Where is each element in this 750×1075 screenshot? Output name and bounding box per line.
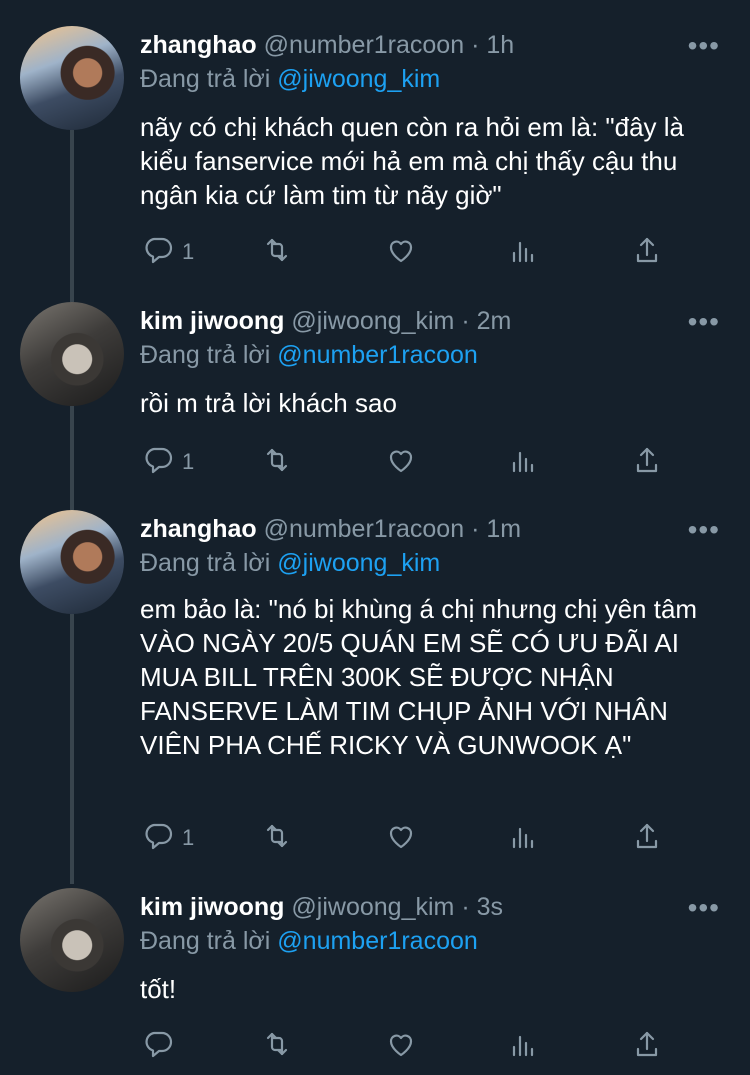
avatar[interactable] bbox=[20, 510, 124, 614]
like-button[interactable] bbox=[384, 818, 418, 858]
retweet-button[interactable] bbox=[260, 442, 294, 482]
analytics-button[interactable] bbox=[506, 1026, 540, 1066]
share-button[interactable] bbox=[630, 1026, 664, 1066]
tweet[interactable]: zhanghao @number1racoon · 1m ••• Đang tr… bbox=[0, 490, 750, 880]
tweet-header: zhanghao @number1racoon · 1m bbox=[140, 514, 521, 544]
tweet[interactable]: kim jiwoong @jiwoong_kim · 2m ••• Đang t… bbox=[0, 290, 750, 490]
timestamp[interactable]: 3s bbox=[477, 893, 503, 921]
reply-count: 1 bbox=[182, 449, 195, 474]
analytics-button[interactable] bbox=[506, 818, 540, 858]
analytics-button[interactable] bbox=[506, 232, 540, 272]
reply-button[interactable]: 1 bbox=[140, 818, 194, 858]
reply-icon bbox=[140, 443, 174, 482]
timestamp[interactable]: 1h bbox=[486, 31, 514, 59]
tweet-text: tốt! bbox=[140, 974, 177, 1004]
retweet-icon bbox=[260, 819, 294, 858]
like-icon bbox=[384, 443, 418, 482]
retweet-icon bbox=[260, 443, 294, 482]
separator: · bbox=[461, 307, 470, 335]
retweet-button[interactable] bbox=[260, 1026, 294, 1066]
user-handle[interactable]: @number1racoon bbox=[264, 515, 465, 543]
reply-icon bbox=[140, 819, 174, 858]
tweet[interactable]: kim jiwoong @jiwoong_kim · 3s ••• Đang t… bbox=[0, 880, 750, 1075]
like-icon bbox=[384, 819, 418, 858]
tweet-text: em bảo là: "nó bị khùng á chị nhưng chị … bbox=[140, 594, 698, 760]
action-bar: 1 bbox=[140, 442, 680, 482]
retweet-button[interactable] bbox=[260, 818, 294, 858]
reply-button[interactable]: 1 bbox=[140, 232, 194, 272]
reply-prefix: Đang trả lời bbox=[140, 549, 271, 577]
avatar[interactable] bbox=[20, 302, 124, 406]
retweet-icon bbox=[260, 233, 294, 272]
user-handle[interactable]: @jiwoong_kim bbox=[291, 893, 454, 921]
separator: · bbox=[471, 31, 480, 59]
reply-icon bbox=[140, 1027, 174, 1066]
user-handle[interactable]: @jiwoong_kim bbox=[291, 307, 454, 335]
tweet-header: zhanghao @number1racoon · 1h bbox=[140, 30, 514, 60]
retweet-icon bbox=[260, 1027, 294, 1066]
reply-context: Đang trả lời @number1racoon bbox=[140, 926, 478, 956]
analytics-button[interactable] bbox=[506, 442, 540, 482]
reply-context: Đang trả lời @number1racoon bbox=[140, 340, 478, 370]
share-button[interactable] bbox=[630, 232, 664, 272]
share-icon bbox=[630, 819, 664, 858]
reply-to-link[interactable]: @jiwoong_kim bbox=[277, 65, 440, 93]
separator: · bbox=[471, 515, 480, 543]
reply-to-link[interactable]: @number1racoon bbox=[277, 927, 478, 955]
share-button[interactable] bbox=[630, 442, 664, 482]
reply-to-link[interactable]: @number1racoon bbox=[277, 341, 478, 369]
reply-count: 1 bbox=[182, 239, 195, 264]
display-name[interactable]: kim jiwoong bbox=[140, 893, 284, 921]
more-icon[interactable]: ••• bbox=[688, 516, 720, 544]
tweet-text: rồi m trả lời khách sao bbox=[140, 388, 397, 418]
timestamp[interactable]: 1m bbox=[486, 515, 521, 543]
like-button[interactable] bbox=[384, 442, 418, 482]
reply-count: 1 bbox=[182, 825, 195, 850]
action-bar: 1 bbox=[140, 818, 680, 858]
avatar[interactable] bbox=[20, 888, 124, 992]
action-bar bbox=[140, 1026, 680, 1066]
more-icon[interactable]: ••• bbox=[688, 308, 720, 336]
display-name[interactable]: kim jiwoong bbox=[140, 307, 284, 335]
analytics-icon bbox=[506, 233, 540, 272]
like-icon bbox=[384, 233, 418, 272]
like-icon bbox=[384, 1027, 418, 1066]
reply-context: Đang trả lời @jiwoong_kim bbox=[140, 64, 440, 94]
share-button[interactable] bbox=[630, 818, 664, 858]
analytics-icon bbox=[506, 1027, 540, 1066]
avatar[interactable] bbox=[20, 26, 124, 130]
timestamp[interactable]: 2m bbox=[477, 307, 512, 335]
reply-prefix: Đang trả lời bbox=[140, 65, 271, 93]
reply-prefix: Đang trả lời bbox=[140, 927, 271, 955]
like-button[interactable] bbox=[384, 232, 418, 272]
reply-icon bbox=[140, 233, 174, 272]
reply-to-link[interactable]: @jiwoong_kim bbox=[277, 549, 440, 577]
separator: · bbox=[461, 893, 470, 921]
like-button[interactable] bbox=[384, 1026, 418, 1066]
tweet[interactable]: zhanghao @number1racoon · 1h ••• Đang tr… bbox=[0, 0, 750, 290]
more-icon[interactable]: ••• bbox=[688, 32, 720, 60]
tweet-header: kim jiwoong @jiwoong_kim · 3s bbox=[140, 892, 503, 922]
share-icon bbox=[630, 1027, 664, 1066]
reply-prefix: Đang trả lời bbox=[140, 341, 271, 369]
reply-button[interactable] bbox=[140, 1026, 182, 1066]
tweet-text: nãy có chị khách quen còn ra hỏi em là: … bbox=[140, 112, 684, 210]
analytics-icon bbox=[506, 819, 540, 858]
more-icon[interactable]: ••• bbox=[688, 894, 720, 922]
share-icon bbox=[630, 443, 664, 482]
action-bar: 1 bbox=[140, 232, 680, 272]
share-icon bbox=[630, 233, 664, 272]
retweet-button[interactable] bbox=[260, 232, 294, 272]
reply-button[interactable]: 1 bbox=[140, 442, 194, 482]
tweet-header: kim jiwoong @jiwoong_kim · 2m bbox=[140, 306, 511, 336]
display-name[interactable]: zhanghao bbox=[140, 31, 257, 59]
reply-context: Đang trả lời @jiwoong_kim bbox=[140, 548, 440, 578]
user-handle[interactable]: @number1racoon bbox=[264, 31, 465, 59]
display-name[interactable]: zhanghao bbox=[140, 515, 257, 543]
analytics-icon bbox=[506, 443, 540, 482]
